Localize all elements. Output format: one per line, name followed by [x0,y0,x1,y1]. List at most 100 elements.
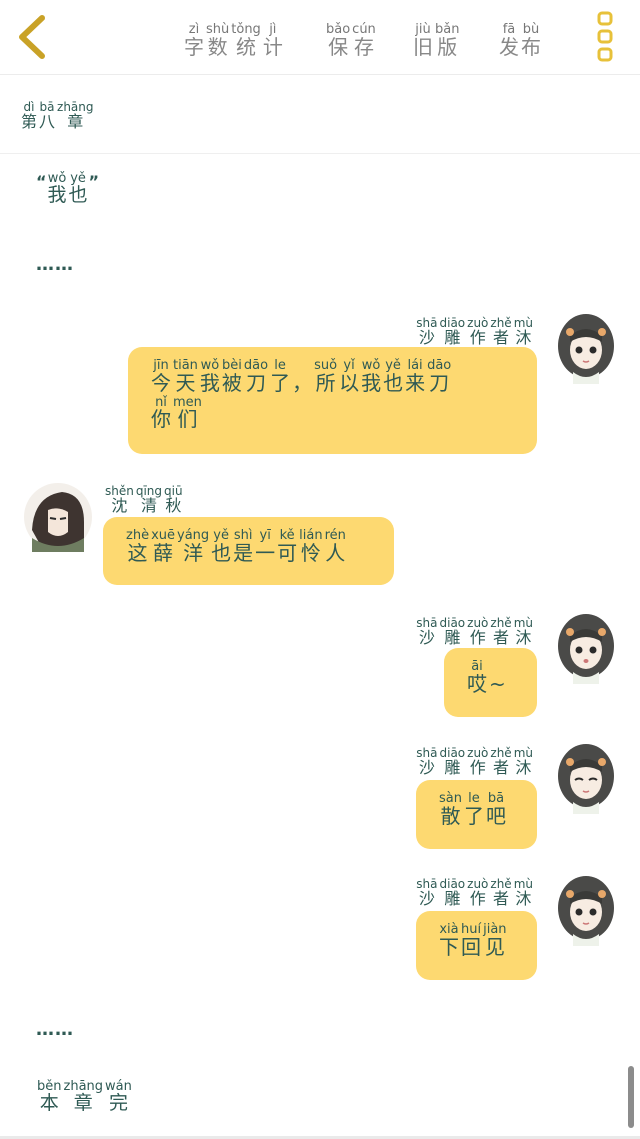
ruby-char: zì 字 [184,23,204,58]
ruby-char: yǐ 以 [339,359,359,394]
ruby-char: suǒ 所 [314,359,337,394]
message-bubble[interactable]: āi 哎 ~ [444,648,537,717]
hanzi: 了 [270,370,291,395]
hanzi: 是 [233,540,254,565]
speaker-name: shā 沙 diāo 雕 zuò 作 zhě 者 mù 沐 [415,742,534,776]
ruby-char: wǒ 我 [200,359,220,394]
ellipsis: …… [36,1019,74,1040]
ruby-char: shā 沙 [416,317,437,346]
ruby-char: ， [292,359,312,394]
message-bubble[interactable]: sàn 散 le 了 bā 吧 [416,780,537,849]
hanzi: 章 [67,111,84,131]
speaker-name: shā 沙 diāo 雕 zuò 作 zhě 者 mù 沐 [415,873,534,907]
ruby-char: cún 存 [352,23,376,58]
hanzi: 章 [73,1091,93,1114]
ruby-char: wǒ 我 [361,359,381,394]
ruby-char: běn 本 [37,1080,62,1114]
chapter-title[interactable]: dì 第 bā 八 zhāng 章 [20,96,95,130]
ruby-char: zhě 者 [490,747,511,776]
message-line: zhè 这 xuē 薛 yáng 洋 yě 也 shì 是 yī 一 kě 可 lián 怜 rén 人 [125,529,372,564]
ruby-char: bā 吧 [486,792,506,827]
hanzi: 旧 [413,34,433,59]
more-menu-button[interactable] [592,10,620,64]
avatar-girl-icon [558,614,614,684]
ruby-char: le 了 [464,792,484,827]
ruby-char: nǐ 你 [151,395,171,431]
hanzi: 作 [469,888,486,908]
ruby-char: dāo 刀 [244,359,268,394]
hanzi: 计 [262,34,283,59]
ruby-char: zhāng 章 [57,101,93,130]
hanzi: 沙 [418,327,435,347]
back-button[interactable] [14,14,54,60]
author-avatar[interactable] [555,612,617,684]
ruby-char: shā 沙 [416,617,437,646]
message-line: nǐ 你 men 们 [150,395,515,432]
hanzi: 统 [236,34,257,59]
ruby-char: yě 也 [211,529,231,564]
ruby-char: le 了 [270,359,290,394]
author-avatar[interactable] [555,312,617,384]
hanzi: 雕 [444,327,461,347]
top-toolbar: zì 字 shù 数 tǒng 统 jì 计 bǎo 保 cún 存 jiù 旧 bǎn 版 fā 发 bù 布 [0,0,640,75]
hanzi: 沐 [515,888,532,908]
ruby-char: lái 来 [405,359,425,394]
hanzi: 散 [440,803,461,828]
ruby-char: mù 沐 [514,747,533,776]
old-version-button[interactable]: jiù 旧 bǎn 版 [412,18,460,58]
ruby-char: yě 也 [383,359,403,394]
hanzi: 我 [47,183,67,206]
ruby-char: diāo 雕 [440,878,466,907]
hanzi: 这 [127,540,148,565]
hanzi: 秋 [165,495,182,515]
ruby-char: lián 怜 [299,529,322,564]
hanzi: 洋 [183,540,204,565]
hanzi: 雕 [444,757,461,777]
publish-button[interactable]: fā 发 bù 布 [498,18,542,58]
hanzi: 沐 [515,757,532,777]
message-bubble[interactable]: jīn 今 tiān 天 wǒ 我 bèi 被 dāo 刀 le 了 ， suǒ 所 yǐ 以 wǒ 我 yě 也 lá… [128,347,537,454]
hanzi: 字 [184,34,204,59]
avatar-girl-icon [558,744,614,814]
hanzi: 沙 [418,627,435,647]
ruby-char: qīng 清 [136,485,162,514]
ruby-char: shā 沙 [416,747,437,776]
hanzi: 者 [493,327,510,347]
hanzi: 们 [177,407,198,432]
ruby-char: shù 数 [206,23,229,58]
ruby-char: sàn 散 [439,792,462,827]
hanzi: 沈 [111,495,128,515]
ruby-char: bù 布 [521,23,541,58]
message-bubble[interactable]: xià 下 huí 回 jiàn 见 [416,911,537,980]
shen-qingqiu-avatar[interactable] [22,482,94,552]
hanzi: 者 [493,627,510,647]
hanzi: 沙 [418,888,435,908]
hanzi: 也 [68,183,88,206]
hanzi: 我 [199,370,220,395]
save-button[interactable]: bǎo 保 cún 存 [325,18,377,58]
hanzi: 哎 [467,671,487,696]
word-count-button[interactable]: zì 字 shù 数 tǒng 统 jì 计 [183,18,284,58]
ruby-char: zuò 作 [467,747,488,776]
narration-line: “ wǒ 我 yě 也 ” [36,172,99,206]
author-avatar[interactable] [555,742,617,814]
hanzi: 存 [353,34,374,59]
message-bubble[interactable]: zhè 这 xuē 薛 yáng 洋 yě 也 shì 是 yī 一 kě 可 lián 怜 rén 人 [103,517,394,585]
ellipsis: …… [36,254,74,275]
ruby-char: bǎo 保 [326,23,350,58]
ruby-char: zuò 作 [467,317,488,346]
hanzi: 作 [469,627,486,647]
hanzi: ~ [489,671,506,696]
hanzi: 被 [221,370,242,395]
ruby-char: shā 沙 [416,878,437,907]
ruby-char: mù 沐 [514,317,533,346]
ruby-char: shěn 沈 [105,485,134,514]
open-quote: “ [36,172,47,191]
scrollbar[interactable] [628,1066,634,1128]
hanzi: 吧 [485,803,506,828]
author-avatar[interactable] [555,874,617,946]
hanzi: 也 [211,540,232,565]
hanzi: 下 [439,934,459,959]
hanzi: ， [292,370,313,395]
hanzi: 一 [255,540,276,565]
